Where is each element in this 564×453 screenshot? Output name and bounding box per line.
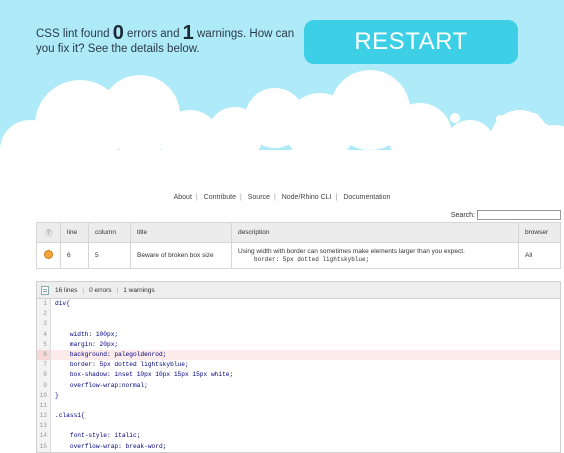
header-description[interactable]: description	[231, 222, 519, 243]
lint-summary: CSS lint found 0 errors and 1 warnings. …	[36, 23, 306, 57]
nav-separator: |	[239, 194, 242, 201]
code-text: background: palegoldenrod;	[55, 350, 167, 358]
nav-cli[interactable]: Node/Rhino CLI	[278, 194, 336, 201]
code-line[interactable]: 14 font-style: italic;	[37, 431, 560, 442]
code-line[interactable]: 1 div{	[37, 299, 560, 310]
code-line[interactable]: 13	[37, 421, 560, 432]
footer-nav: About | Contribute | Source | Node/Rhino CL…	[0, 194, 564, 201]
results-table: ? line column title description browser …	[36, 222, 561, 269]
code-text: div{	[55, 300, 70, 307]
code-viewer: 16 lines | 0 errors | 1 warnings 1 div{ 2 3…	[36, 281, 561, 453]
document-icon	[41, 285, 49, 295]
toolbar-separator: |	[82, 286, 85, 294]
header-title[interactable]: title	[130, 222, 232, 243]
header-browser[interactable]: browser	[518, 222, 561, 243]
line-number: 6	[37, 349, 51, 361]
line-number: 2	[37, 309, 51, 320]
line-number: 12	[37, 411, 51, 422]
summary-mid: errors and	[127, 28, 180, 40]
search-label: Search:	[450, 211, 475, 219]
code-text: overflow-wrap:normal;	[55, 381, 148, 389]
cell-column: 5	[88, 242, 131, 269]
line-number: 3	[37, 319, 51, 330]
line-number: 7	[37, 360, 51, 371]
description-code: border: 5px dotted lightskyblue;	[254, 256, 370, 263]
description-text: Using width with border can sometimes ma…	[238, 248, 465, 255]
code-line[interactable]: 2	[37, 309, 560, 320]
nav-separator: |	[335, 194, 338, 201]
header-column[interactable]: column	[88, 222, 131, 243]
code-line[interactable]: 8 box-shadow: inset 10px 10px 15px 15px …	[37, 370, 560, 381]
line-number: 9	[37, 380, 51, 391]
line-number: 11	[37, 400, 51, 412]
restart-button[interactable]: RESTART	[304, 20, 518, 64]
lines-count: 16 lines	[55, 286, 78, 294]
search-row: Search:	[451, 210, 561, 220]
nav-separator: |	[195, 194, 198, 201]
code-text: width: 100px;	[55, 330, 119, 338]
line-number: 10	[37, 390, 51, 401]
code-body[interactable]: 1 div{2 3 4 width: 100px; 5 margin: 20px; 6 b…	[37, 299, 560, 452]
code-line[interactable]: 12 .class1{	[37, 411, 560, 422]
code-line[interactable]: 3	[37, 319, 560, 330]
cell-title: Beware of broken box size	[130, 242, 232, 269]
line-number: 1	[37, 299, 51, 310]
cell-type	[36, 242, 61, 269]
code-line[interactable]: 5 margin: 20px;	[37, 339, 560, 350]
code-line[interactable]: 6 background: palegoldenrod;	[37, 349, 560, 361]
nav-about[interactable]: About	[170, 194, 196, 201]
header-line[interactable]: line	[60, 222, 89, 243]
code-line[interactable]: 9 overflow-wrap:normal;	[37, 380, 560, 391]
nav-separator: |	[273, 194, 276, 201]
hero-banner: CSS lint found 0 errors and 1 warnings. …	[0, 0, 564, 172]
code-text: overflow-wrap: break-word;	[55, 442, 167, 450]
code-line[interactable]: 10}	[37, 390, 560, 401]
line-number: 13	[37, 421, 51, 432]
search-input[interactable]	[477, 210, 561, 220]
line-number: 8	[37, 370, 51, 381]
toolbar-separator: |	[116, 286, 119, 294]
summary-prefix: CSS lint found	[36, 28, 110, 40]
code-toolbar: 16 lines | 0 errors | 1 warnings	[37, 282, 560, 299]
code-line[interactable]: 15 overflow-wrap: break-word;	[37, 441, 560, 452]
code-text: margin: 20px;	[55, 340, 119, 348]
cell-line: 6	[60, 242, 89, 269]
warning-icon	[44, 250, 53, 259]
code-text: }	[55, 391, 59, 399]
code-text: .class1{	[55, 412, 85, 420]
nav-source[interactable]: Source	[244, 194, 274, 201]
line-number: 15	[37, 441, 51, 452]
errors-count: 0	[112, 22, 124, 44]
nav-documentation[interactable]: Documentation	[339, 194, 394, 201]
line-number: 4	[37, 329, 51, 340]
errors-count-label: 0 errors	[89, 286, 112, 294]
cell-description: Using width with border can sometimes ma…	[231, 242, 519, 269]
code-text: font-style: italic;	[55, 432, 141, 440]
table-row[interactable]: 6 5 Beware of broken box size Using widt…	[36, 242, 561, 269]
code-line[interactable]: 4 width: 100px;	[37, 329, 560, 340]
code-line[interactable]: 7 border: 5px dotted lightskyblue;	[37, 360, 560, 371]
header-type[interactable]: ?	[36, 222, 61, 243]
nav-contribute[interactable]: Contribute	[200, 194, 240, 201]
line-number: 5	[37, 339, 51, 350]
line-number: 14	[37, 431, 51, 442]
help-icon: ?	[44, 228, 53, 237]
warnings-count: 1	[182, 22, 194, 44]
code-text: box-shadow: inset 10px 10px 15px 15px wh…	[55, 371, 234, 379]
code-text: border: 5px dotted lightskyblue;	[55, 361, 189, 369]
warnings-count-label: 1 warnings	[123, 286, 155, 294]
cell-browser: All	[518, 242, 561, 269]
code-line[interactable]: 11	[37, 400, 560, 412]
table-header-row: ? line column title description browser	[36, 222, 561, 243]
